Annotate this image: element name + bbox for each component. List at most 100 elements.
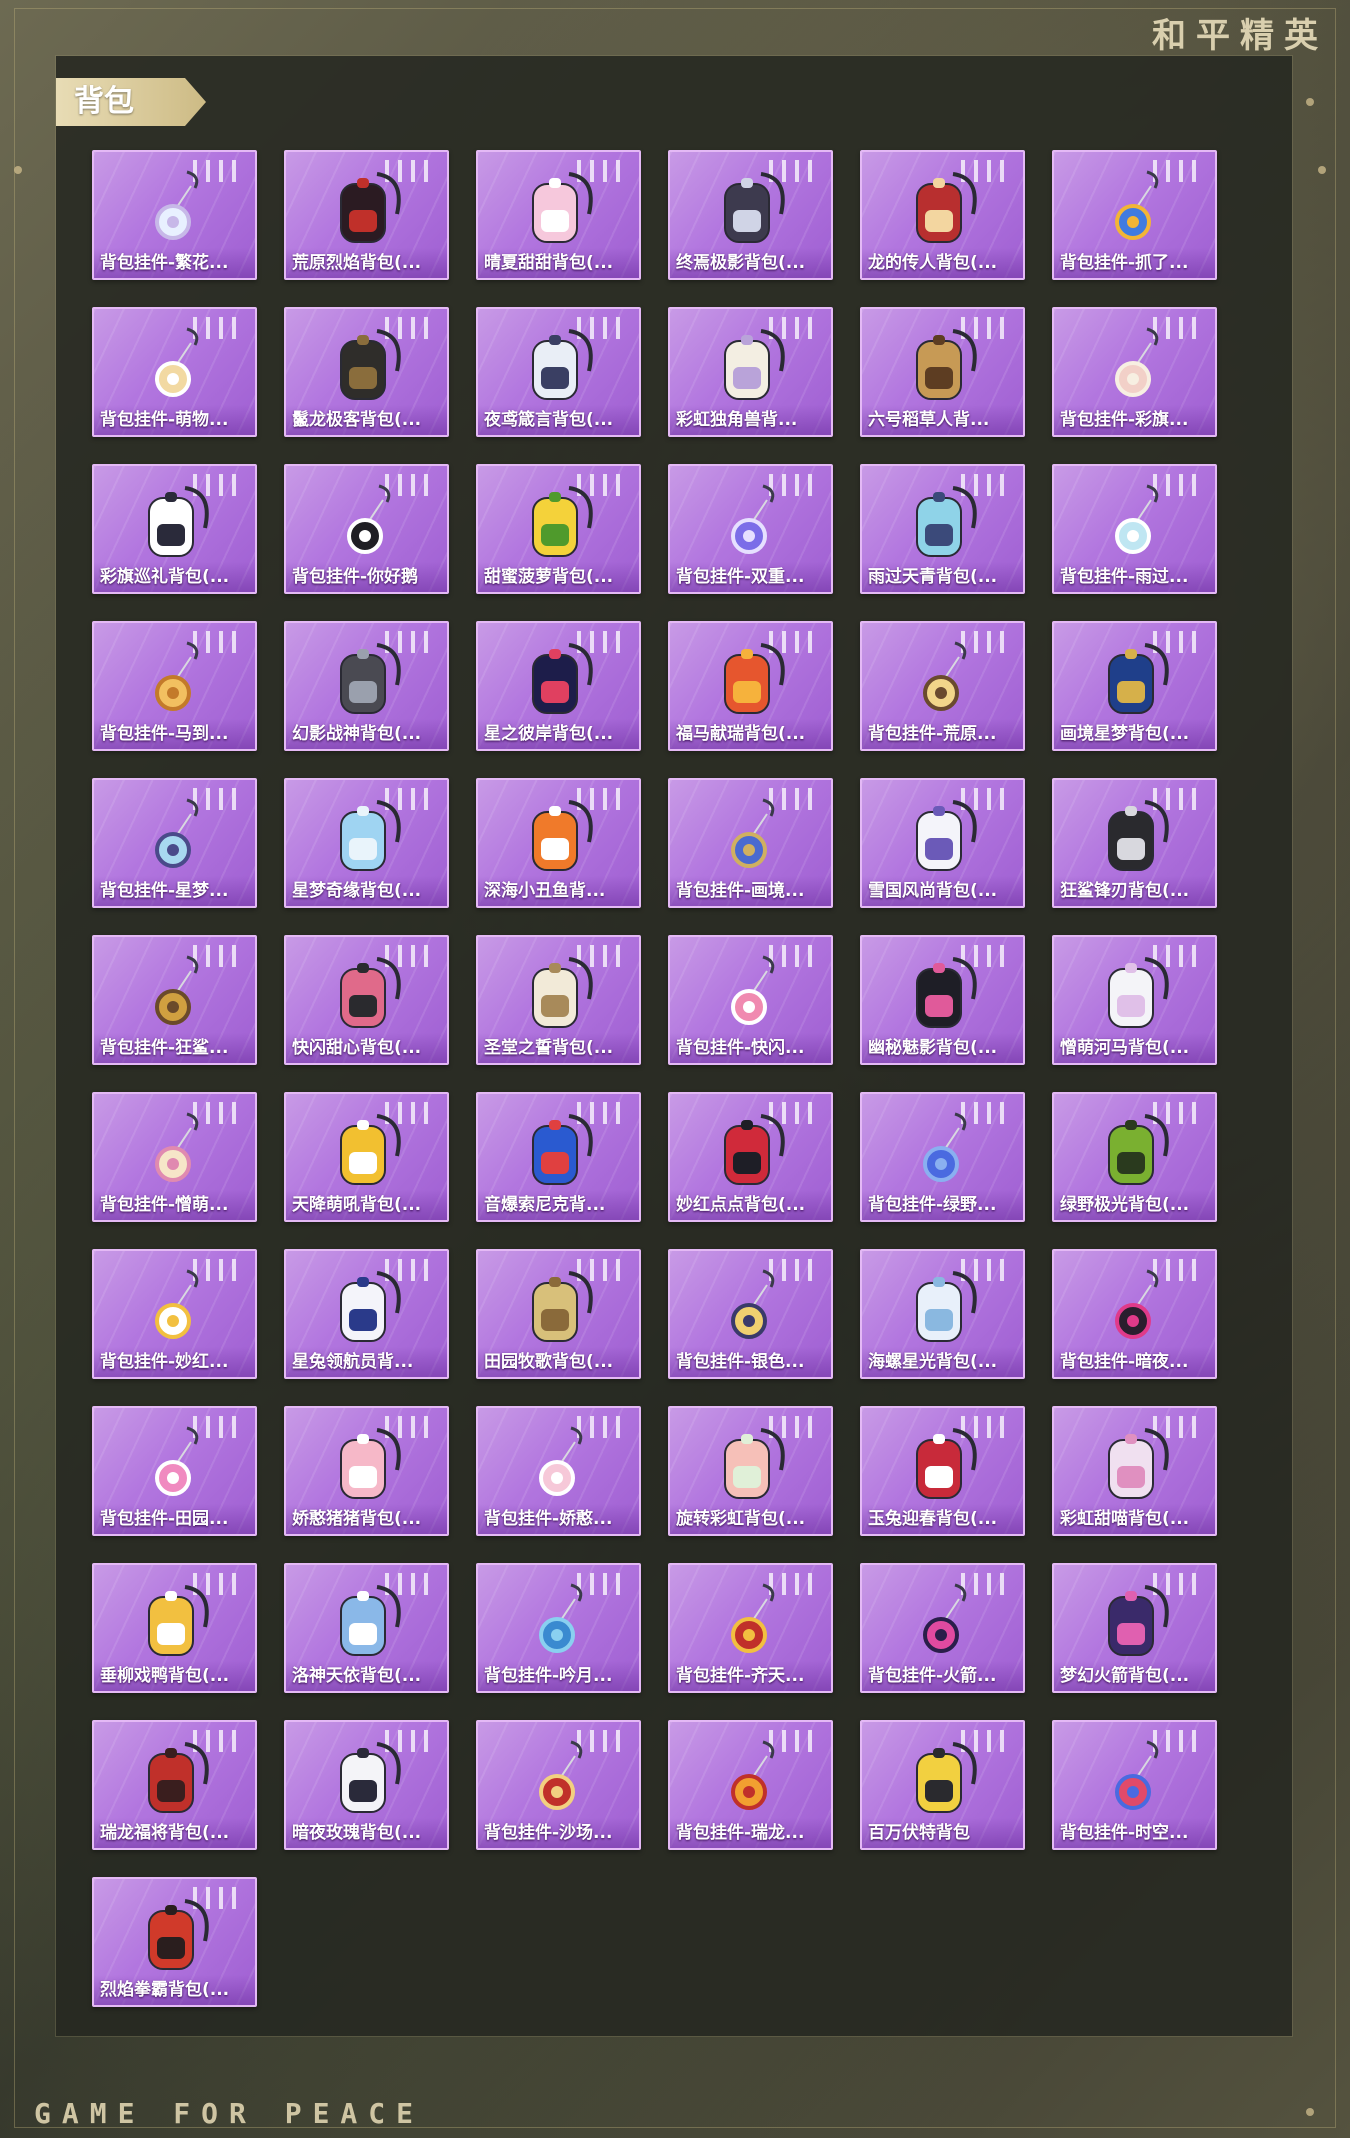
- item-card[interactable]: 幽秘魅影背包(...: [860, 935, 1025, 1065]
- item-card[interactable]: 天降萌吼背包(...: [284, 1092, 449, 1222]
- item-card[interactable]: 垂柳戏鸭背包(...: [92, 1563, 257, 1693]
- item-card[interactable]: 星梦奇缘背包(...: [284, 778, 449, 908]
- backpack-icon: [915, 486, 977, 557]
- backpack-icon: [339, 1114, 401, 1185]
- item-name: 妙红点点背包(...: [670, 1190, 831, 1220]
- item-card[interactable]: 背包挂件-你好鹅: [284, 464, 449, 594]
- item-card[interactable]: 背包挂件-抓了...: [1052, 150, 1217, 280]
- item-card[interactable]: 背包挂件-娇憨...: [476, 1406, 641, 1536]
- item-card[interactable]: 背包挂件-瑞龙...: [668, 1720, 833, 1850]
- item-card[interactable]: 背包挂件-妙红...: [92, 1249, 257, 1379]
- item-card[interactable]: 背包挂件-雨过...: [1052, 464, 1217, 594]
- item-card[interactable]: 背包挂件-暗夜...: [1052, 1249, 1217, 1379]
- item-name: 田园牧歌背包(...: [478, 1347, 639, 1377]
- item-card[interactable]: 背包挂件-繁花...: [92, 150, 257, 280]
- item-card[interactable]: 雪国风尚背包(...: [860, 778, 1025, 908]
- item-card[interactable]: 背包挂件-时空...: [1052, 1720, 1217, 1850]
- backpack-icon: [339, 172, 401, 243]
- item-card[interactable]: 背包挂件-绿野...: [860, 1092, 1025, 1222]
- item-card[interactable]: 背包挂件-快闪...: [668, 935, 833, 1065]
- item-card[interactable]: 绿野极光背包(...: [1052, 1092, 1217, 1222]
- backpack-charm-icon: [922, 1112, 966, 1182]
- backpack-icon: [339, 957, 401, 1028]
- item-card[interactable]: 甜蜜菠萝背包(...: [476, 464, 641, 594]
- item-card[interactable]: 幻影战神背包(...: [284, 621, 449, 751]
- item-card[interactable]: 星之彼岸背包(...: [476, 621, 641, 751]
- item-card[interactable]: 终焉极影背包(...: [668, 150, 833, 280]
- item-card[interactable]: 瑞龙福将背包(...: [92, 1720, 257, 1850]
- item-card[interactable]: 玉兔迎春背包(...: [860, 1406, 1025, 1536]
- item-card[interactable]: 背包挂件-沙场...: [476, 1720, 641, 1850]
- item-card[interactable]: 狂鲨锋刃背包(...: [1052, 778, 1217, 908]
- item-name: 背包挂件-马到...: [94, 719, 255, 749]
- item-card[interactable]: 背包挂件-画境...: [668, 778, 833, 908]
- item-card[interactable]: 背包挂件-田园...: [92, 1406, 257, 1536]
- frame-rivet: [1306, 2108, 1314, 2116]
- item-card[interactable]: 梦幻火箭背包(...: [1052, 1563, 1217, 1693]
- item-card[interactable]: 背包挂件-银色...: [668, 1249, 833, 1379]
- item-card[interactable]: 烈焰拳霸背包(...: [92, 1877, 257, 2007]
- item-card[interactable]: 背包挂件-狂鲨...: [92, 935, 257, 1065]
- backpack-icon: [1107, 1585, 1169, 1656]
- item-name: 背包挂件-狂鲨...: [94, 1033, 255, 1063]
- item-card[interactable]: 龙的传人背包(...: [860, 150, 1025, 280]
- item-card[interactable]: 百万伏特背包: [860, 1720, 1025, 1850]
- item-card[interactable]: 背包挂件-马到...: [92, 621, 257, 751]
- backpack-charm-icon: [730, 1583, 774, 1653]
- item-card[interactable]: 晴夏甜甜背包(...: [476, 150, 641, 280]
- item-card[interactable]: 雨过天青背包(...: [860, 464, 1025, 594]
- item-card[interactable]: 福马献瑞背包(...: [668, 621, 833, 751]
- item-card[interactable]: 背包挂件-萌物...: [92, 307, 257, 437]
- item-name: 深海小丑鱼背...: [478, 876, 639, 906]
- item-card[interactable]: 画境星梦背包(...: [1052, 621, 1217, 751]
- item-card[interactable]: 田园牧歌背包(...: [476, 1249, 641, 1379]
- backpack-icon: [147, 1742, 209, 1813]
- backpack-charm-icon: [154, 955, 198, 1025]
- item-card[interactable]: 暗夜玫瑰背包(...: [284, 1720, 449, 1850]
- item-card[interactable]: 憎萌河马背包(...: [1052, 935, 1217, 1065]
- item-card[interactable]: 六号稻草人背...: [860, 307, 1025, 437]
- backpack-icon: [915, 172, 977, 243]
- backpack-icon: [723, 1428, 785, 1499]
- item-card[interactable]: 洛神天依背包(...: [284, 1563, 449, 1693]
- item-card[interactable]: 背包挂件-彩旗...: [1052, 307, 1217, 437]
- item-card[interactable]: 音爆索尼克背...: [476, 1092, 641, 1222]
- item-name: 百万伏特背包: [862, 1818, 1023, 1848]
- item-name: 玉兔迎春背包(...: [862, 1504, 1023, 1534]
- backpack-icon: [531, 643, 593, 714]
- frame-rivet: [14, 166, 22, 174]
- backpack-charm-icon: [730, 798, 774, 868]
- backpack-charm-icon: [730, 1269, 774, 1339]
- item-card[interactable]: 海螺星光背包(...: [860, 1249, 1025, 1379]
- item-card[interactable]: 彩虹甜喵背包(...: [1052, 1406, 1217, 1536]
- item-card[interactable]: 夜鸢箴言背包(...: [476, 307, 641, 437]
- item-name: 六号稻草人背...: [862, 405, 1023, 435]
- item-card[interactable]: 荒原烈焰背包(...: [284, 150, 449, 280]
- item-card[interactable]: 彩虹独角兽背...: [668, 307, 833, 437]
- item-card[interactable]: 星兔领航员背...: [284, 1249, 449, 1379]
- backpack-icon: [1107, 1114, 1169, 1185]
- item-card[interactable]: 快闪甜心背包(...: [284, 935, 449, 1065]
- item-name: 绿野极光背包(...: [1054, 1190, 1215, 1220]
- item-card[interactable]: 背包挂件-吟月...: [476, 1563, 641, 1693]
- item-card[interactable]: 鬣龙极客背包(...: [284, 307, 449, 437]
- backpack-charm-icon: [154, 170, 198, 240]
- item-card[interactable]: 背包挂件-双重...: [668, 464, 833, 594]
- item-card[interactable]: 旋转彩虹背包(...: [668, 1406, 833, 1536]
- item-name: 荒原烈焰背包(...: [286, 248, 447, 278]
- item-card[interactable]: 背包挂件-荒原...: [860, 621, 1025, 751]
- item-card[interactable]: 娇憨猪猪背包(...: [284, 1406, 449, 1536]
- item-card[interactable]: 背包挂件-火箭...: [860, 1563, 1025, 1693]
- item-card[interactable]: 背包挂件-憎萌...: [92, 1092, 257, 1222]
- item-card[interactable]: 深海小丑鱼背...: [476, 778, 641, 908]
- item-name: 背包挂件-双重...: [670, 562, 831, 592]
- item-name: 梦幻火箭背包(...: [1054, 1661, 1215, 1691]
- item-card[interactable]: 妙红点点背包(...: [668, 1092, 833, 1222]
- item-card[interactable]: 圣堂之誓背包(...: [476, 935, 641, 1065]
- backpack-charm-icon: [154, 1269, 198, 1339]
- item-card[interactable]: 背包挂件-齐天...: [668, 1563, 833, 1693]
- backpack-icon: [723, 1114, 785, 1185]
- item-card[interactable]: 背包挂件-星梦...: [92, 778, 257, 908]
- item-card[interactable]: 彩旗巡礼背包(...: [92, 464, 257, 594]
- item-name: 夜鸢箴言背包(...: [478, 405, 639, 435]
